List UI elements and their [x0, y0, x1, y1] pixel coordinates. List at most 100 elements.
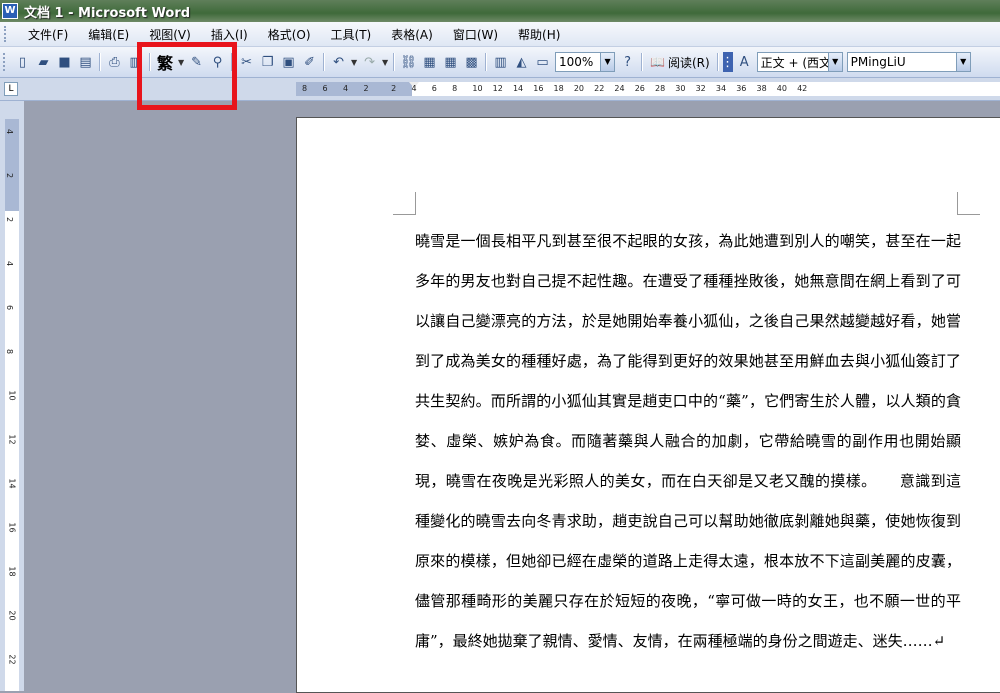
ruler-tick-label: 4	[5, 128, 15, 135]
chevron-down-icon[interactable]: ▼	[350, 52, 358, 72]
ruler-tick-label: 10	[7, 390, 17, 401]
menu-table[interactable]: 表格(A)	[381, 26, 443, 43]
toolbar-separator	[641, 53, 644, 71]
ruler-tick-label: 40	[776, 84, 787, 93]
menubar-grip[interactable]	[4, 26, 12, 42]
ruler-tick-label: 38	[756, 84, 767, 93]
document-body-text[interactable]: 曉雪是一個長相平凡到甚至很不起眼的女孩，為此她遭到別人的嘲笑，甚至在一起多年的男…	[415, 221, 961, 661]
ruler-tick-label: 16	[533, 84, 544, 93]
ruler-tick-label: 24	[614, 84, 625, 93]
copy-icon[interactable]: ❐	[258, 52, 277, 72]
insert-excel-icon[interactable]: ▩	[462, 52, 481, 72]
document-workspace: 曉雪是一個長相平凡到甚至很不起眼的女孩，為此她遭到別人的嘲笑，甚至在一起多年的男…	[24, 101, 1000, 693]
menu-insert[interactable]: 插入(I)	[201, 26, 258, 43]
new-document-icon[interactable]: ▯	[13, 52, 32, 72]
cut-icon[interactable]: ✂	[237, 52, 256, 72]
insert-table-icon[interactable]: ▦	[441, 52, 460, 72]
ruler-tick-label: 18	[7, 566, 17, 577]
read-mode-button[interactable]: 📖 阅读(R)	[646, 54, 714, 71]
ruler-tick-label: 42	[797, 84, 808, 93]
ruler-tick-label: 4	[5, 260, 15, 267]
ruler-tick-label: 8	[5, 348, 15, 355]
margin-corner-mark	[957, 192, 980, 215]
menu-file[interactable]: 文件(F)	[18, 26, 78, 43]
horizontal-ruler[interactable]: 8 6 4 2 2 4 6 8 10 12 14 16 18 20 22 24 26 28 30 32 34 36 38 40…	[296, 82, 1000, 96]
ruler-tick-label: 20	[573, 84, 585, 93]
ruler-tick-label: 2	[363, 84, 369, 93]
print-icon[interactable]: ⎙	[105, 52, 124, 72]
vertical-ruler[interactable]: 4 2 2 4 6 8 10 12 14 16 18 20 22	[5, 119, 19, 691]
word-app-icon[interactable]: W	[2, 3, 18, 19]
permission-icon[interactable]: ▤	[76, 52, 95, 72]
menu-edit[interactable]: 编辑(E)	[78, 26, 139, 43]
read-mode-label: 阅读(R)	[667, 55, 710, 70]
menu-view[interactable]: 视图(V)	[139, 26, 201, 43]
ruler-tick-label: 12	[7, 434, 17, 445]
ruler-tick-label: 14	[7, 478, 17, 489]
font-value: PMingLiU	[850, 55, 906, 69]
style-select[interactable]: 正文 + (西文 ▼	[756, 52, 843, 72]
ruler-tick-label: 30	[675, 84, 686, 93]
zoom-select[interactable]: 100% ▼	[555, 52, 616, 72]
ruler-tick-label: 8	[302, 84, 308, 93]
menu-help[interactable]: 帮助(H)	[508, 26, 570, 43]
toolbar-separator	[323, 53, 326, 71]
ruler-tick-label: 34	[715, 84, 727, 93]
open-folder-icon[interactable]: ▰	[34, 52, 53, 72]
drawing-icon[interactable]: ◭	[512, 52, 531, 72]
styles-formatting-icon[interactable]: A	[735, 52, 754, 72]
ruler-tick-label: 16	[7, 522, 17, 533]
ruler-tick-label: 28	[655, 84, 666, 93]
ruler-tick-label: 22	[7, 654, 17, 665]
ruler-tick-label: 10	[472, 84, 483, 93]
ruler-tick-label: 6	[322, 84, 328, 93]
toolbar-separator	[393, 53, 396, 71]
hyperlink-icon[interactable]: ⛓	[399, 52, 418, 72]
document-map-icon[interactable]: ▭	[533, 52, 552, 72]
menu-format[interactable]: 格式(O)	[258, 26, 321, 43]
toolbar-grip[interactable]	[3, 53, 9, 71]
ruler-tick-label: 2	[5, 172, 15, 179]
columns-icon[interactable]: ▥	[491, 52, 510, 72]
ruler-tick-label: 6	[5, 304, 15, 311]
document-page[interactable]: 曉雪是一個長相平凡到甚至很不起眼的女孩，為此她遭到別人的嘲笑，甚至在一起多年的男…	[296, 117, 1000, 693]
ruler-tick-label: 2	[391, 84, 397, 93]
ruler-tick-label: 6	[431, 84, 437, 93]
tables-borders-icon[interactable]: ▦	[420, 52, 439, 72]
title-bar: W 文档 1 - Microsoft Word	[0, 0, 1000, 22]
highlight-box	[137, 42, 237, 110]
chevron-down-icon[interactable]: ▼	[955, 53, 970, 71]
window-title: 文档 1 - Microsoft Word	[24, 5, 191, 21]
save-icon[interactable]: ■	[55, 52, 74, 72]
style-value: 正文 + (西文	[760, 55, 832, 70]
undo-icon[interactable]: ↶	[329, 52, 348, 72]
toolbar-options-icon[interactable]: ⋮	[721, 52, 734, 72]
ruler-tick-label: 32	[695, 84, 706, 93]
format-painter-icon[interactable]: ✐	[300, 52, 319, 72]
ruler-tick-label: 12	[492, 84, 503, 93]
book-icon: 📖	[650, 55, 665, 69]
ruler-tick-label: 14	[512, 84, 524, 93]
vertical-ruler-column: 4 2 2 4 6 8 10 12 14 16 18 20 22	[0, 101, 24, 691]
ruler-tick-label: 18	[553, 84, 564, 93]
toolbar-separator	[99, 53, 101, 71]
chevron-down-icon[interactable]: ▼	[600, 53, 615, 71]
toolbar-separator	[716, 53, 719, 71]
redo-icon[interactable]: ↷	[360, 52, 379, 72]
ruler-tick-label: 8	[452, 84, 458, 93]
toolbar-separator	[485, 53, 488, 71]
ruler-tick-label: 20	[7, 610, 17, 621]
menu-tools[interactable]: 工具(T)	[321, 26, 382, 43]
menu-window[interactable]: 窗口(W)	[443, 26, 508, 43]
ruler-tick-label: 4	[411, 84, 417, 93]
margin-corner-mark	[393, 192, 416, 215]
ruler-tick-label: 22	[594, 84, 605, 93]
font-select[interactable]: PMingLiU ▼	[846, 52, 971, 72]
paste-icon[interactable]: ▣	[279, 52, 298, 72]
chevron-down-icon[interactable]: ▼	[381, 52, 389, 72]
ruler-tick-label: 36	[736, 84, 747, 93]
help-icon[interactable]: ?	[618, 52, 637, 72]
tab-selector[interactable]: L	[4, 82, 18, 96]
ruler-tick-label: 26	[634, 84, 645, 93]
chevron-down-icon[interactable]: ▼	[827, 53, 842, 71]
